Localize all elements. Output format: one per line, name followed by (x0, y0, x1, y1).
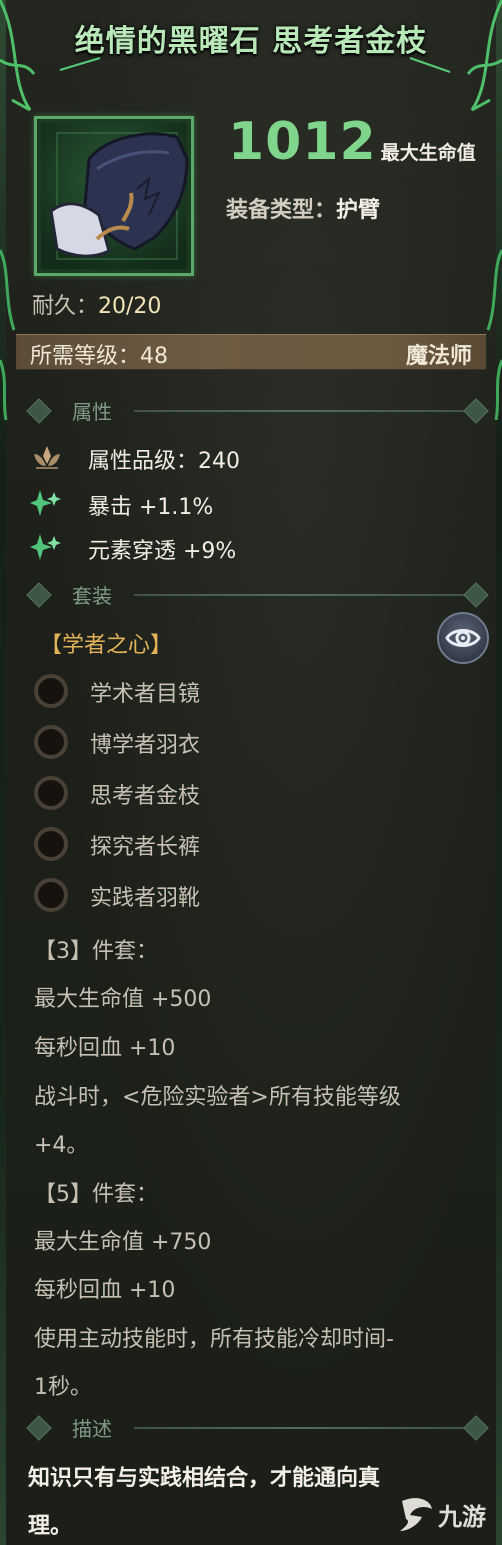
set-piece-name: 博学者羽衣 (90, 733, 201, 758)
equip-type: 装备类型：护臂 (226, 192, 380, 224)
section-header-attributes: 属性 (26, 396, 489, 426)
item-portrait (34, 116, 194, 276)
set-piece-name: 思考者金枝 (90, 784, 201, 809)
equip-type-key: 装备类型： (226, 198, 337, 223)
section-label-set: 套装 (72, 584, 112, 608)
crown-lotus-icon (34, 446, 60, 469)
item-title: 绝情的黑曜石 思考者金枝 (74, 24, 428, 59)
set-piece-empty-slot (34, 827, 68, 861)
section-label-attributes: 属性 (72, 400, 112, 424)
attribute-text: 属性品级：240 (88, 449, 240, 474)
preview-eye-button[interactable] (437, 612, 489, 664)
set-bonus-line: 战斗时，<危险实验者>所有技能等级 (34, 1085, 401, 1110)
sparkle-icon (30, 534, 61, 560)
diamond-icon (463, 1415, 489, 1441)
equip-type-value: 护臂 (336, 198, 381, 223)
attribute-text: 暴击 +1.1% (88, 495, 214, 520)
section-label-description: 描述 (72, 1417, 112, 1441)
description-line: 理。 (28, 1514, 73, 1539)
eye-icon (445, 629, 481, 647)
section-divider (134, 594, 465, 596)
required-class: 魔法师 (405, 344, 472, 369)
set-piece-empty-slot (34, 725, 68, 759)
set-piece-name: 探究者长裤 (90, 835, 201, 860)
set-piece-name: 学术者目镜 (90, 682, 201, 707)
requirement-bar: 所需等级：48 魔法师 (16, 334, 486, 370)
set-piece-empty-slot (34, 674, 68, 708)
set-bonus-line: 每秒回血 +10 (34, 1036, 176, 1061)
diamond-icon (463, 398, 489, 424)
section-divider (134, 410, 465, 412)
diamond-icon (463, 582, 489, 608)
required-level: 所需等级：48 (30, 344, 168, 369)
description-line: 知识只有与实践相结合，才能通向真 (28, 1466, 381, 1491)
site-watermark-logo: 九游 (400, 1498, 486, 1531)
set-piece-empty-slot (34, 776, 68, 810)
max-hp-label: 最大生命值 (380, 142, 476, 164)
section-header-set: 套装 (26, 580, 489, 610)
section-header-description: 描述 (26, 1413, 489, 1443)
bracer-icon (49, 132, 189, 260)
sparkle-icon (30, 490, 61, 516)
section-divider (134, 1427, 465, 1429)
set-bonus-line: 1秒。 (34, 1375, 92, 1400)
max-hp-stat: 1012 最大生命值 (228, 112, 476, 172)
set-bonus-line: 最大生命值 +750 (34, 1230, 212, 1255)
set-bonus-line: 【5】件套： (34, 1182, 158, 1207)
set-piece-empty-slot (34, 878, 68, 912)
diamond-icon (26, 1415, 52, 1441)
set-bonus-line: +4。 (34, 1133, 89, 1158)
durability-value: 20/20 (98, 294, 162, 319)
panel-left-edge (0, 0, 6, 1545)
max-hp-value: 1012 (228, 112, 377, 172)
diamond-icon (26, 398, 52, 424)
panel-right-edge (496, 0, 502, 1545)
svg-text:九游: 九游 (437, 1503, 486, 1531)
set-piece-name: 实践者羽靴 (90, 886, 201, 911)
set-bonus-line: 使用主动技能时，所有技能冷却时间- (34, 1327, 394, 1352)
set-bonus-line: 【3】件套： (34, 939, 158, 964)
durability-key: 耐久： (32, 294, 99, 319)
attribute-text: 元素穿透 +9% (88, 539, 237, 564)
durability: 耐久：20/20 (32, 288, 161, 320)
set-bonus-line: 最大生命值 +500 (34, 987, 212, 1012)
diamond-icon (26, 582, 52, 608)
set-bonus-line: 每秒回血 +10 (34, 1278, 176, 1303)
set-name: 【学者之心】 (40, 633, 173, 658)
